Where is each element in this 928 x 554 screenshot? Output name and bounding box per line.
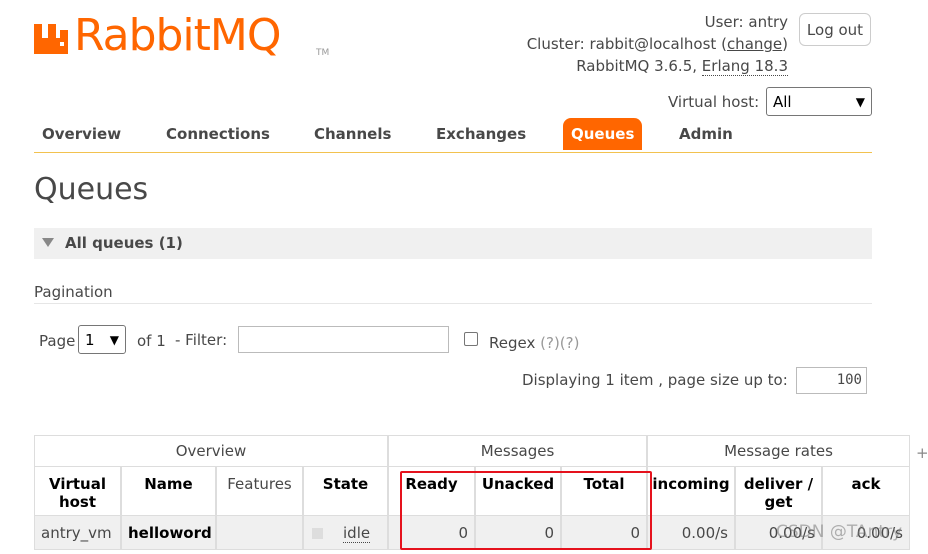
page-select-value: 1 — [85, 330, 95, 349]
col-features: Features — [216, 466, 303, 516]
add-column-button[interactable]: + — [916, 444, 928, 462]
page-size-input[interactable]: 100 — [796, 367, 867, 394]
cluster-prefix: Cluster: — [526, 35, 585, 53]
tab-queues[interactable]: Queues — [563, 118, 643, 150]
regex-label-text: Regex — [489, 334, 536, 352]
state-indicator-icon — [312, 528, 323, 539]
tab-connections[interactable]: Connections — [158, 118, 278, 150]
virtual-host-select[interactable]: All ▼ — [766, 87, 872, 116]
version-info: RabbitMQ 3.6.5, Erlang 18.3 — [576, 57, 788, 76]
all-queues-section-toggle[interactable]: All queues (1) — [34, 228, 872, 259]
page-count-label: of 1 — [137, 332, 166, 350]
user-prefix: User: — [704, 13, 744, 31]
pagination-divider — [34, 303, 872, 304]
rabbitmq-wordmark: RabbitMQ — [74, 10, 281, 61]
col-ack[interactable]: ack — [822, 466, 910, 516]
rabbitmq-logo-icon — [34, 24, 68, 54]
tab-exchanges[interactable]: Exchanges — [428, 118, 534, 150]
logout-button[interactable]: Log out — [799, 13, 871, 46]
state-value: idle — [343, 524, 371, 543]
virtual-host-label: Virtual host: — [668, 93, 760, 111]
erlang-version: Erlang 18.3 — [701, 57, 788, 76]
tab-channels[interactable]: Channels — [306, 118, 399, 150]
cell-features — [216, 516, 303, 550]
highlight-annotation-box — [400, 471, 652, 550]
page-title: Queues — [34, 172, 149, 207]
cluster-name: rabbit@localhost — [589, 35, 717, 53]
group-message-rates: Message rates — [647, 435, 910, 466]
user-info: User: antry — [705, 13, 788, 31]
filter-input[interactable] — [238, 326, 449, 353]
rabbitmq-version: RabbitMQ 3.6.5, — [576, 57, 698, 75]
page-select[interactable]: 1 ▼ — [78, 325, 126, 354]
section-label: All queues (1) — [65, 234, 183, 252]
cell-virtual-host: antry_vm — [34, 516, 121, 550]
col-name[interactable]: Name — [121, 466, 216, 516]
page-label: Page — [39, 332, 76, 350]
cell-state: idle — [303, 516, 388, 550]
change-cluster-link[interactable]: change — [727, 35, 782, 53]
group-messages: Messages — [388, 435, 647, 466]
chevron-down-icon: ▼ — [855, 94, 865, 109]
filter-label: - Filter: — [175, 331, 228, 349]
collapse-triangle-icon — [42, 238, 54, 247]
regex-checkbox[interactable] — [464, 332, 478, 346]
pagination-heading: Pagination — [34, 283, 113, 301]
main-nav-tabs: Overview Connections Channels Exchanges … — [34, 118, 872, 153]
col-state[interactable]: State — [303, 466, 388, 516]
group-overview: Overview — [34, 435, 388, 466]
virtual-host-value: All — [773, 92, 792, 111]
col-deliver-get[interactable]: deliver / get — [735, 466, 822, 516]
tab-admin[interactable]: Admin — [671, 118, 741, 150]
col-virtual-host[interactable]: Virtual host — [34, 466, 121, 516]
col-incoming[interactable]: incoming — [647, 466, 735, 516]
cell-incoming: 0.00/s — [647, 516, 735, 550]
trademark-mark: TM — [316, 48, 330, 58]
regex-help-links[interactable]: (?)(?) — [540, 334, 579, 352]
cluster-info: Cluster: rabbit@localhost (change) — [526, 35, 788, 53]
watermark: CSDN @TAntry — [776, 522, 903, 542]
tab-overview[interactable]: Overview — [34, 118, 129, 150]
queue-name-link[interactable]: helloword — [121, 516, 216, 550]
chevron-down-icon: ▼ — [109, 332, 119, 347]
user-name: antry — [748, 13, 788, 31]
regex-label: Regex (?)(?) — [489, 334, 579, 352]
displaying-info: Displaying 1 item , page size up to: — [522, 371, 788, 389]
